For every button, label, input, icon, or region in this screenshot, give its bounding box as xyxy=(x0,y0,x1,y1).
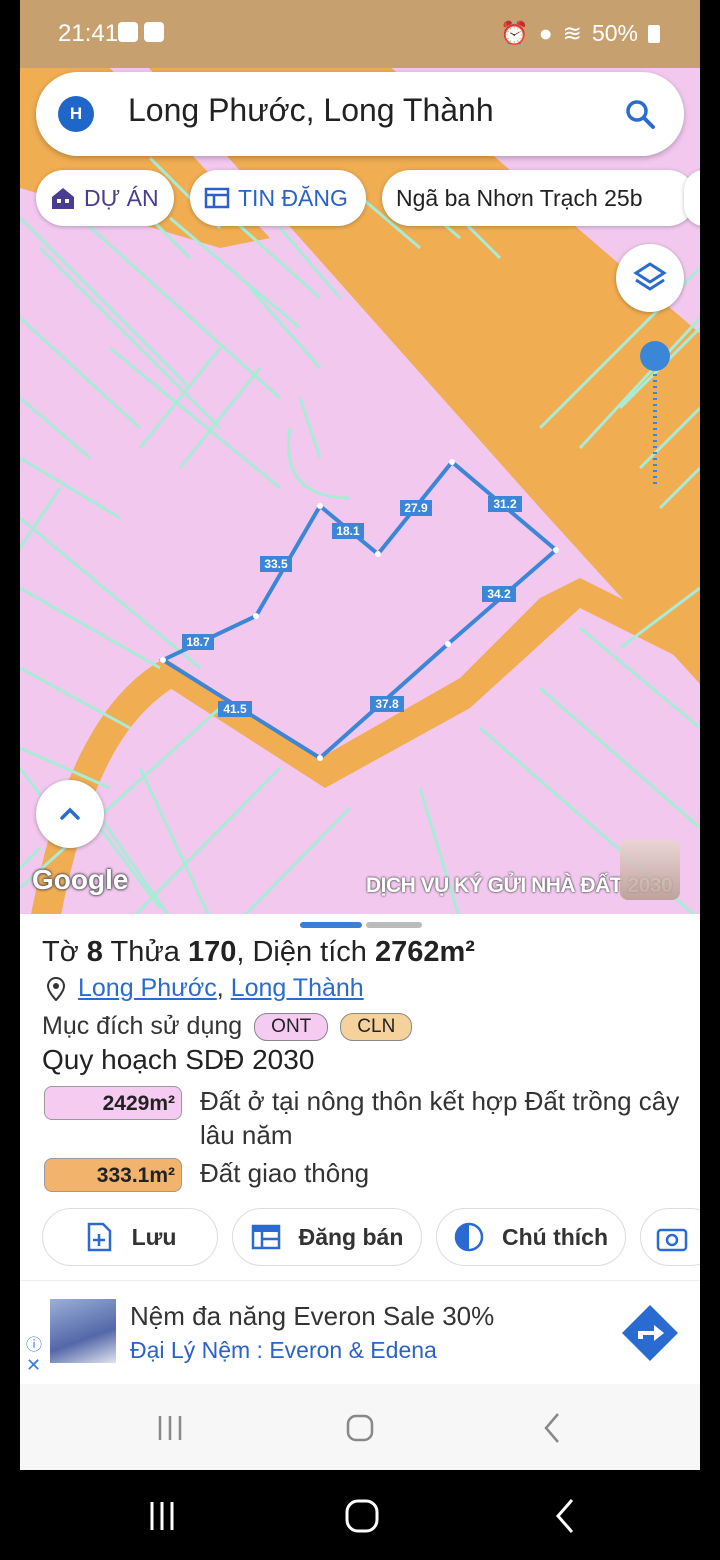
svg-text:27.9: 27.9 xyxy=(404,501,428,515)
zoom-handle[interactable] xyxy=(640,341,670,371)
post-for-sale-button[interactable]: Đăng bán xyxy=(232,1208,422,1266)
zone-description: Đất giao thông xyxy=(200,1158,370,1188)
camera-button[interactable] xyxy=(640,1208,700,1266)
battery-level: 50% xyxy=(591,20,638,46)
layers-icon xyxy=(633,262,667,291)
sheet-label: Tờ xyxy=(42,936,79,968)
zoom-slider[interactable] xyxy=(640,340,670,490)
recent-apps-icon[interactable] xyxy=(142,1496,182,1536)
chevron-up-icon xyxy=(60,807,80,820)
system-icons: ⏰ ● ≋ 50% xyxy=(500,20,660,47)
ward-link[interactable]: Long Phước xyxy=(78,974,217,1003)
land-code-badge: ONT xyxy=(254,1012,329,1041)
search-bar[interactable]: H Long Phước, Long Thành xyxy=(36,72,684,156)
sheet-number: 8 xyxy=(86,936,103,968)
edge-label: 33.5 xyxy=(260,556,292,572)
wifi-icon: ≋ xyxy=(562,20,582,46)
svg-text:18.1: 18.1 xyxy=(336,524,360,538)
legend-button-label: Chú thích xyxy=(501,1223,609,1250)
zalo-icon xyxy=(118,22,138,42)
back-icon[interactable] xyxy=(546,1496,586,1536)
building-icon xyxy=(52,188,74,209)
zone-description: Đất ở tại nông thôn kết hợp Đất trồng câ… xyxy=(200,1086,680,1150)
lot-number: 170 xyxy=(187,936,237,968)
location-separator: , xyxy=(216,974,231,1002)
sheet-handle[interactable] xyxy=(300,922,362,928)
ad-subtitle[interactable]: Đại Lý Nệm : Everon & Edena xyxy=(130,1337,437,1364)
projects-chip-label: DỰ ÁN xyxy=(84,185,159,211)
place-chip-label: Ngã ba Nhơn Trạch 25b xyxy=(396,185,643,211)
land-code-badge: CLN xyxy=(340,1012,413,1041)
parcel-title: Tờ 8 Thửa 170, Diện tích 2762m² xyxy=(42,936,475,969)
svg-text:31.2: 31.2 xyxy=(493,497,517,511)
listing-icon xyxy=(251,1224,280,1250)
plan-title: Quy hoạch SDĐ 2030 xyxy=(42,1044,315,1075)
edge-label: 18.7 xyxy=(182,634,214,650)
listing-icon xyxy=(204,187,230,209)
account-avatar[interactable]: H xyxy=(58,96,94,132)
ad-title[interactable]: Nệm đa năng Everon Sale 30% xyxy=(130,1301,494,1332)
projects-chip[interactable]: DỰ ÁN xyxy=(36,170,174,226)
legend-button[interactable]: Chú thích xyxy=(436,1208,626,1266)
purpose-label: Mục đích sử dụng xyxy=(42,1012,243,1040)
save-button-label: Lưu xyxy=(131,1223,177,1250)
edge-label: 31.2 xyxy=(488,496,522,512)
clock: 21:41 xyxy=(58,20,119,47)
ad-banner[interactable]: ⓘ ✕ Nệm đa năng Everon Sale 30% Đại Lý N… xyxy=(20,1280,700,1385)
svg-text:33.5: 33.5 xyxy=(264,557,288,571)
edge-label: 41.5 xyxy=(218,701,252,717)
edge-label: 37.8 xyxy=(370,696,404,712)
ad-close-icon[interactable]: ✕ xyxy=(26,1355,41,1376)
contrast-icon xyxy=(454,1222,484,1252)
layers-button[interactable] xyxy=(616,244,684,312)
lot-label: Thửa xyxy=(110,936,180,968)
battery-icon xyxy=(648,24,660,43)
zone-area-badge: 333.1m² xyxy=(44,1158,182,1192)
add-photo-icon xyxy=(656,1228,688,1252)
sheet-handle-secondary[interactable] xyxy=(366,922,422,928)
parcel-location: Long Phước, Long Thành xyxy=(46,974,364,1003)
google-logo: Google xyxy=(32,864,129,895)
search-icon[interactable] xyxy=(622,96,658,132)
status-bar: 21:41 ⏰ ● ≋ 50% xyxy=(20,0,700,68)
area-label: , Diện tích xyxy=(236,936,367,968)
listings-chip-label: TIN ĐĂNG xyxy=(238,185,348,211)
svg-text:37.8: 37.8 xyxy=(375,697,399,711)
ad-info-icon[interactable]: ⓘ xyxy=(26,1331,42,1355)
edge-label: 18.1 xyxy=(332,523,364,539)
svg-text:18.7: 18.7 xyxy=(186,635,210,649)
edge-label: 34.2 xyxy=(482,586,516,602)
phone-screen: 27.9 31.2 18.1 33.5 34.2 18.7 41.5 37.8 … xyxy=(20,0,700,1470)
svg-text:34.2: 34.2 xyxy=(487,587,511,601)
location-icon: ● xyxy=(538,20,553,46)
zone-area-badge: 2429m² xyxy=(44,1086,182,1120)
post-button-label: Đăng bán xyxy=(298,1223,404,1250)
listings-chip[interactable]: TIN ĐĂNG xyxy=(190,170,366,226)
app-navigation-bar xyxy=(20,1384,700,1470)
svg-text:41.5: 41.5 xyxy=(223,702,247,716)
back-icon[interactable] xyxy=(532,1408,572,1448)
expand-button[interactable] xyxy=(36,780,104,848)
search-query[interactable]: Long Phước, Long Thành xyxy=(128,92,494,129)
ad-thumbnail[interactable] xyxy=(50,1299,116,1363)
watermark-avatar xyxy=(620,840,680,900)
recent-apps-icon[interactable] xyxy=(150,1408,190,1448)
parcel-area: 2762m² xyxy=(374,936,475,968)
system-navigation-bar xyxy=(0,1470,720,1560)
location-pin-icon xyxy=(46,976,66,1001)
image-icon xyxy=(144,22,164,42)
edge-label: 27.9 xyxy=(400,500,432,516)
save-button[interactable]: Lưu xyxy=(42,1208,218,1266)
land-use-purpose: Mục đích sử dụng ONT CLN xyxy=(42,1012,413,1041)
home-icon[interactable] xyxy=(340,1408,380,1448)
directions-icon[interactable] xyxy=(620,1303,680,1363)
parcel-info-sheet: Tờ 8 Thửa 170, Diện tích 2762m² Long Phư… xyxy=(20,914,700,1470)
alarm-icon: ⏰ xyxy=(500,20,529,46)
district-link[interactable]: Long Thành xyxy=(231,974,364,1003)
add-document-icon xyxy=(87,1222,111,1252)
place-chip[interactable]: Ngã ba Nhơn Trạch 25b xyxy=(382,170,696,226)
notification-icons xyxy=(118,22,164,42)
home-icon[interactable] xyxy=(342,1496,382,1536)
